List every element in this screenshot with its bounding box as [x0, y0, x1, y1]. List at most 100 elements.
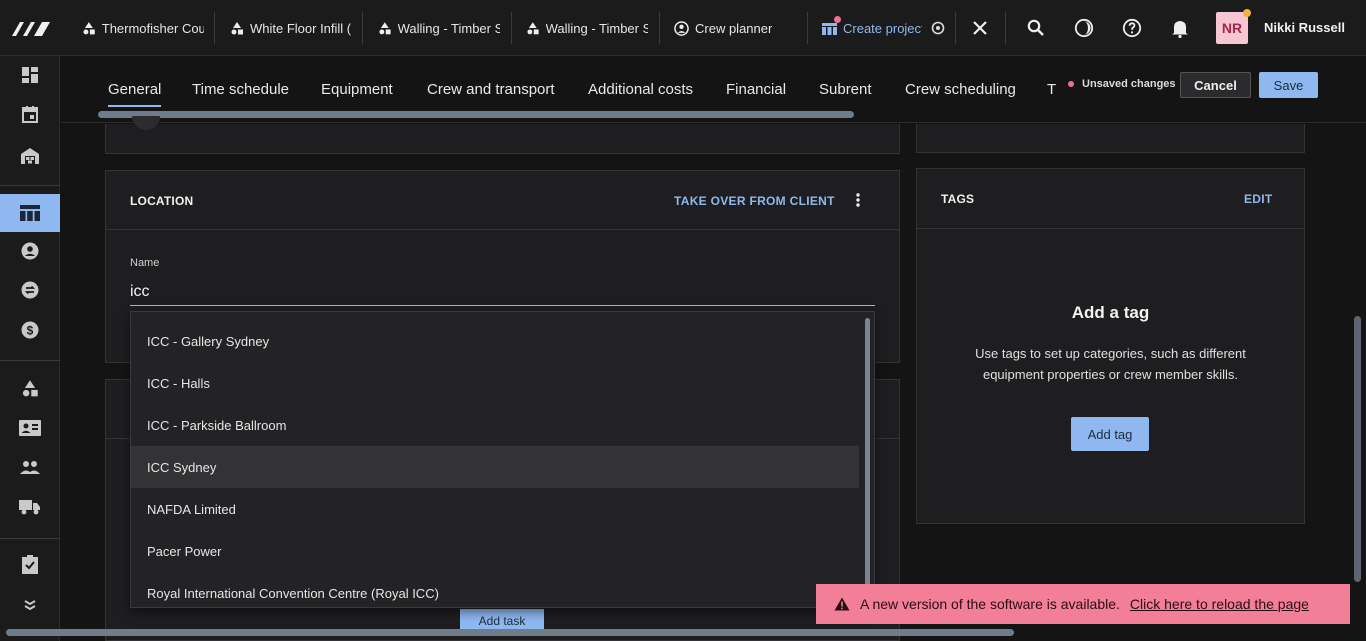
help-icon[interactable] [1120, 16, 1144, 40]
sidebar-item-exchange[interactable] [0, 271, 60, 309]
sidebar: $ [0, 56, 60, 641]
dropdown-option-highlighted[interactable]: ICC Sydney [131, 446, 859, 488]
app-logo[interactable] [10, 18, 52, 38]
panel-divider [106, 229, 899, 230]
location-title: LOCATION [130, 194, 194, 208]
search-icon[interactable] [1024, 16, 1048, 40]
save-button[interactable]: Save [1259, 72, 1318, 98]
subtabs-scrollbar[interactable] [98, 111, 854, 118]
dropdown-option[interactable]: Pacer Power [131, 530, 859, 572]
tab-financial[interactable]: Financial [726, 81, 786, 98]
location-name-input[interactable] [130, 278, 875, 306]
tab-label: Thermofisher Cou [101, 20, 204, 36]
tags-title: TAGS [941, 192, 975, 206]
tab-close-icon[interactable] [926, 16, 950, 40]
shapes-icon [379, 22, 391, 35]
tab-divider [1005, 12, 1006, 44]
sidebar-item-expand[interactable] [0, 586, 60, 624]
sidebar-item-calendar[interactable] [0, 95, 60, 133]
page-vertical-scrollbar[interactable] [1354, 316, 1361, 582]
add-task-button[interactable]: Add task [460, 609, 544, 631]
sidebar-item-people[interactable] [0, 448, 60, 486]
tab-create-project[interactable]: Create project [822, 12, 922, 44]
dropdown-option[interactable]: Royal International Convention Centre (R… [131, 572, 859, 607]
sidebar-divider [0, 185, 60, 186]
dropdown-option[interactable]: NAFDA Limited [131, 488, 859, 530]
svg-text:$: $ [27, 324, 34, 338]
tab-time-schedule[interactable]: Time schedule [192, 81, 289, 98]
avatar-initials: NR [1221, 20, 1243, 36]
sidebar-item-contacts[interactable] [0, 232, 60, 270]
dropdown-option[interactable]: ICC - Gallery Sydney [131, 320, 859, 362]
previous-panel [105, 116, 900, 154]
calendar-icon [22, 106, 38, 123]
tab-divider [659, 12, 660, 44]
page-horizontal-scrollbar[interactable] [6, 629, 1014, 636]
dashboard-icon [22, 67, 38, 83]
sidebar-item-transport[interactable] [0, 488, 60, 526]
more-options-icon[interactable] [851, 192, 865, 208]
warning-icon [834, 597, 850, 611]
tab-label: Create project [843, 20, 922, 36]
sidebar-item-tasks[interactable] [0, 545, 60, 583]
dropdown-option[interactable]: ICC - Parkside Ballroom [131, 404, 859, 446]
tab-divider [511, 12, 512, 44]
tab-crew-and-transport[interactable]: Crew and transport [427, 81, 555, 98]
location-name-label: Name [130, 257, 160, 269]
tab-thermofisher[interactable]: Thermofisher Cou [82, 12, 204, 44]
user-circle-icon [674, 20, 689, 36]
sidebar-item-equipment[interactable] [0, 369, 60, 407]
tab-additional-costs[interactable]: Additional costs [588, 81, 693, 98]
tab-label: Walling - Timber S [545, 20, 648, 36]
dropdown-option[interactable]: ICC - Halls [131, 362, 859, 404]
tab-equipment[interactable]: Equipment [321, 81, 393, 98]
truck-icon [19, 500, 40, 515]
take-over-from-client-link[interactable]: TAKE OVER FROM CLIENT [674, 194, 835, 208]
shapes-icon [83, 22, 95, 35]
tab-divider [807, 12, 808, 44]
expand-more-icon [24, 600, 36, 611]
tab-crew-planner[interactable]: Crew planner [674, 12, 804, 44]
sidebar-divider [0, 360, 60, 361]
sidebar-item-warehouse[interactable] [0, 137, 60, 175]
tab-label: White Floor Infill ( [250, 20, 352, 36]
tab-general[interactable]: General [108, 81, 162, 107]
status-dot [1243, 9, 1251, 17]
user-avatar[interactable]: NR [1216, 9, 1251, 44]
sidebar-item-projects[interactable] [0, 194, 60, 232]
warehouse-icon [21, 148, 39, 164]
previous-panel-right [916, 124, 1305, 153]
contact-icon [21, 242, 39, 260]
tab-divider [362, 12, 363, 44]
unsaved-indicator: Unsaved changes [1068, 78, 1176, 90]
dropdown-scrollbar[interactable] [865, 318, 870, 600]
tab-subrent[interactable]: Subrent [819, 81, 872, 98]
unsaved-dot [1068, 81, 1074, 87]
project-board-icon [822, 16, 841, 35]
tags-edit-link[interactable]: EDIT [1244, 192, 1273, 206]
toast-message: A new version of the software is availab… [860, 596, 1120, 612]
tab-walling-timber-1[interactable]: Walling - Timber S [378, 12, 500, 44]
notifications-bell-icon[interactable] [1168, 16, 1192, 40]
tab-label: Walling - Timber S [397, 20, 500, 36]
tab-truncated[interactable]: T [1047, 81, 1056, 98]
sidebar-item-dashboard[interactable] [0, 56, 60, 94]
tab-white-floor-infill[interactable]: White Floor Infill ( [230, 12, 352, 44]
theme-toggle-icon[interactable] [1072, 16, 1096, 40]
tab-walling-timber-2[interactable]: Walling - Timber S [526, 12, 648, 44]
cancel-button[interactable]: Cancel [1180, 72, 1251, 98]
tasks-icon [22, 555, 38, 574]
user-name[interactable]: Nikki Russell [1264, 20, 1345, 35]
tab-crew-scheduling[interactable]: Crew scheduling [905, 81, 1016, 98]
sidebar-item-finance[interactable]: $ [0, 311, 60, 349]
swap-icon [21, 281, 39, 299]
sidebar-item-crew[interactable] [0, 409, 60, 447]
crew-card-icon [19, 420, 41, 436]
close-all-tabs-icon[interactable] [968, 16, 992, 40]
top-bar: Thermofisher Cou White Floor Infill ( Wa… [0, 0, 1366, 56]
tags-description: Use tags to set up categories, such as d… [975, 346, 1246, 382]
reload-page-link[interactable]: Click here to reload the page [1130, 596, 1309, 612]
add-tag-button[interactable]: Add tag [1071, 417, 1149, 451]
update-toast: A new version of the software is availab… [816, 584, 1350, 624]
unsaved-label: Unsaved changes [1082, 78, 1176, 90]
